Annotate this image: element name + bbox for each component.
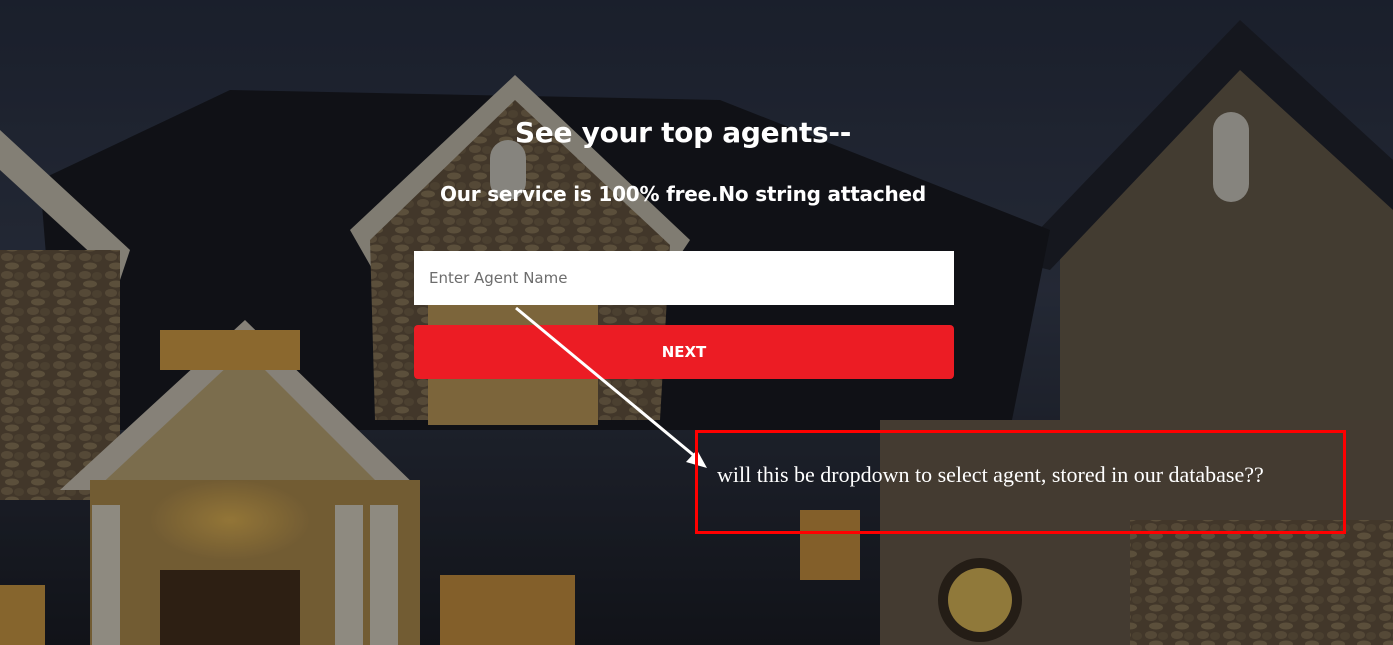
hero-section: See your top agents-- Our service is 100…	[0, 0, 1393, 645]
hero-subtitle: Our service is 100% free.No string attac…	[439, 182, 927, 206]
next-button[interactable]: NEXT	[414, 325, 954, 379]
hero-title: See your top agents--	[514, 116, 852, 149]
agent-name-input[interactable]	[414, 251, 954, 305]
annotation-note: will this be dropdown to select agent, s…	[717, 462, 1264, 487]
